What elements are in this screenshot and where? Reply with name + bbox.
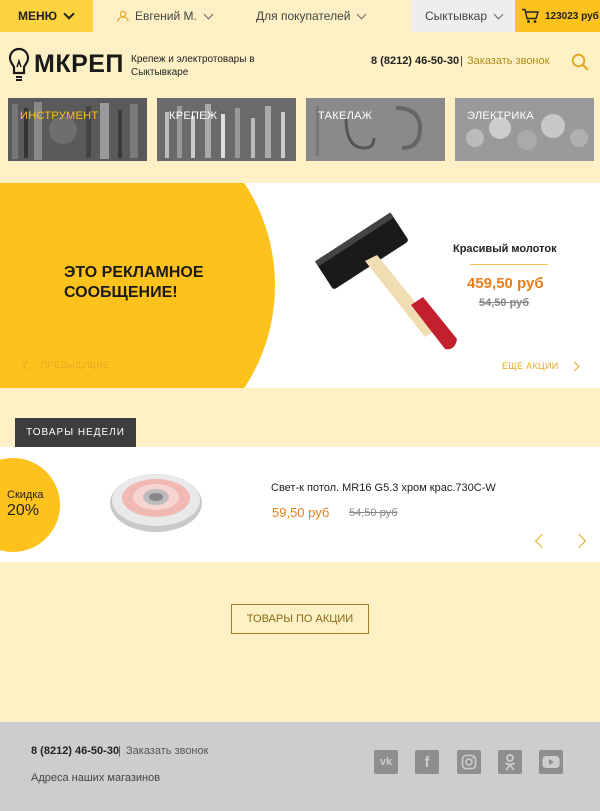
more-label: ЕЩЕ АКЦИИ [502, 361, 559, 371]
chevron-down-icon [357, 9, 367, 19]
menu-button[interactable]: МЕНЮ [0, 0, 93, 32]
week-product-old-price: 54,50 руб [349, 507, 398, 519]
category-instrument[interactable]: ИНСТРУМЕНТ [8, 98, 147, 161]
chevron-right-icon[interactable] [571, 533, 587, 549]
buyers-label: Для покупателей [256, 9, 351, 23]
banner-old-price: 54,50 руб [479, 297, 530, 309]
banner-divider [470, 264, 548, 265]
cart-total: 123023 руб [545, 10, 599, 22]
logo-text: МКРЕП [34, 49, 124, 78]
category-elektrika[interactable]: ЭЛЕКТРИКА [455, 98, 594, 161]
user-menu[interactable]: Евгений М. [117, 0, 214, 32]
cart-icon [522, 8, 539, 23]
prev-button[interactable]: ПРЕДЫДУЩИЕ [22, 360, 110, 370]
category-label: КРЕПЕЖ [169, 110, 218, 122]
callback-link[interactable]: Заказать звонок [467, 55, 549, 67]
week-products-label: ТОВАРЫ НЕДЕЛИ [15, 418, 136, 447]
buyers-menu[interactable]: Для покупателей [256, 0, 367, 32]
user-icon [117, 10, 129, 22]
ceiling-light-image[interactable] [108, 471, 204, 533]
banner-product-title[interactable]: Красивый молоток [453, 243, 557, 255]
user-name: Евгений М. [135, 9, 197, 23]
chevron-right-icon [569, 361, 579, 371]
tools-image [8, 98, 147, 161]
bulb-logo-icon [8, 47, 30, 81]
top-bar: МЕНЮ Евгений М. Для покупателей Сыктывка… [0, 0, 600, 32]
youtube-glyph [542, 756, 560, 768]
fasteners-image [157, 98, 296, 161]
instagram-glyph [461, 754, 477, 770]
electrics-image [455, 98, 594, 161]
hammer-image[interactable] [315, 209, 465, 359]
footer-separator: | [118, 745, 121, 757]
category-label: ИНСТРУМЕНТ [20, 110, 99, 122]
discount-label: Скидка [7, 489, 44, 501]
chevron-left-icon [22, 360, 33, 370]
week-product-title[interactable]: Свет-к потол. MR16 G5.3 хром крас.730C-W [271, 482, 496, 494]
category-label: ТАКЕЛАЖ [318, 110, 373, 122]
city-label: Сыктывкар [425, 9, 488, 23]
chevron-down-icon [63, 8, 75, 20]
week-product-price: 59,50 руб [272, 505, 330, 520]
facebook-glyph: f [424, 753, 430, 771]
stores-address-link[interactable]: Адреса наших магазинов [31, 772, 160, 784]
header-separator: | [460, 55, 463, 67]
chevron-left-icon[interactable] [534, 533, 550, 549]
search-icon[interactable] [571, 53, 589, 71]
footer: 8 (8212) 46-50-30 | Заказать звонок Адре… [0, 722, 600, 811]
promo-text: ЭТО РЕКЛАМНОЕ СООБЩЕНИЕ! [64, 264, 204, 301]
odnoklassniki-icon[interactable] [498, 750, 522, 774]
footer-callback-link[interactable]: Заказать звонок [126, 745, 208, 757]
footer-phone[interactable]: 8 (8212) 46-50-30 [31, 745, 119, 757]
facebook-icon[interactable]: f [415, 750, 439, 774]
banner-price: 459,50 руб [467, 275, 544, 292]
instagram-icon[interactable] [457, 750, 481, 774]
tagline: Крепеж и электротовары в Сыктывкаре [131, 54, 255, 78]
category-takelazh[interactable]: ТАКЕЛАЖ [306, 98, 445, 161]
chevron-down-icon [203, 9, 214, 19]
odnoklassniki-glyph [505, 754, 515, 771]
discount-value: 20% [7, 502, 40, 519]
sale-products-button[interactable]: ТОВАРЫ ПО АКЦИИ [231, 604, 369, 634]
promo-banner: ЭТО РЕКЛАМНОЕ СООБЩЕНИЕ! ПРЕДЫДУЩИЕ Крас… [0, 183, 600, 388]
city-selector[interactable]: Сыктывкар [411, 0, 515, 32]
prev-label: ПРЕДЫДУЩИЕ [41, 360, 110, 370]
vk-icon[interactable]: vk [374, 750, 398, 774]
vk-glyph: vk [379, 756, 393, 768]
rigging-image [306, 98, 445, 161]
menu-label: МЕНЮ [18, 9, 58, 23]
logo[interactable]: МКРЕП [8, 47, 124, 81]
header-phone[interactable]: 8 (8212) 46-50-30 [371, 55, 459, 67]
more-promos-button[interactable]: ЕЩЕ АКЦИИ [502, 361, 579, 371]
cart-button[interactable]: 123023 руб [515, 0, 600, 32]
category-label: ЭЛЕКТРИКА [467, 110, 534, 122]
category-krepezh[interactable]: КРЕПЕЖ [157, 98, 296, 161]
youtube-icon[interactable] [539, 750, 563, 774]
chevron-down-icon [493, 9, 504, 19]
week-products-panel: Скидка 20% Свет-к потол. MR16 G5.3 хром … [0, 447, 600, 562]
